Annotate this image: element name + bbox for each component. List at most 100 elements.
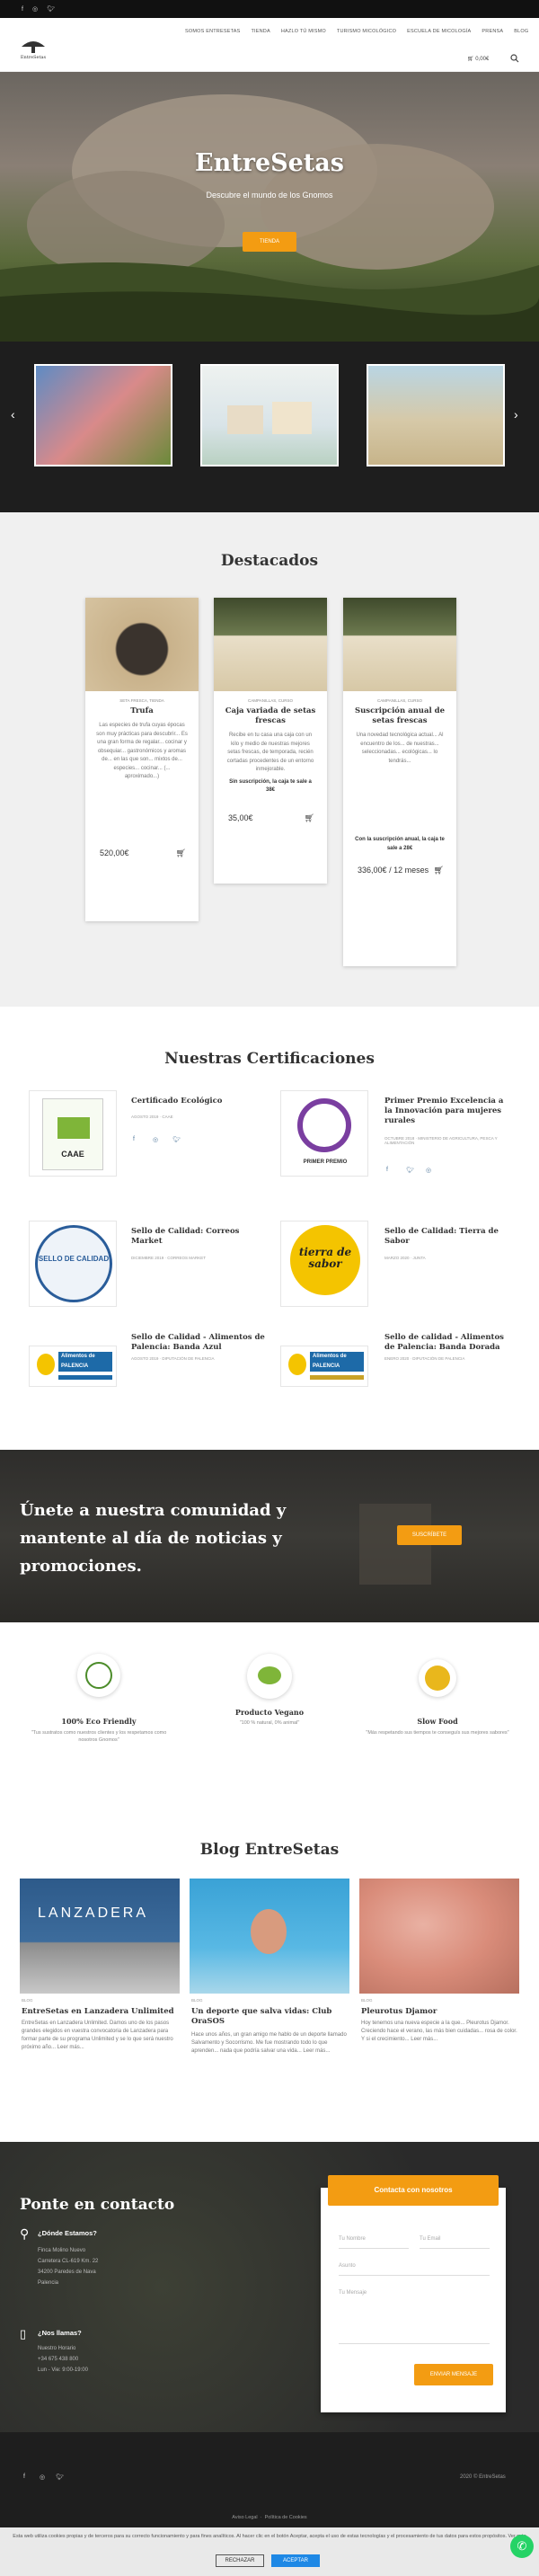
nav-turismo[interactable]: TURISMO MICOLÓGICO xyxy=(337,29,396,34)
cookie-text: Esta web utiliza cookies propias y de te… xyxy=(13,2534,526,2539)
product-note: Sin suscripción, la caja te sale a 38€ xyxy=(229,778,312,794)
nav-prensa[interactable]: PRENSA xyxy=(482,29,503,34)
hero-subtitle: Descubre el mundo de los Gnomos xyxy=(206,191,333,200)
newsletter-band: Únete a nuestra comunidad y mantente al … xyxy=(0,1450,539,1622)
add-to-cart-icon[interactable]: 🛒︎ xyxy=(176,848,186,858)
address-block: Finca Molino Nuevo Carretera CL-619 Km. … xyxy=(38,2248,99,2286)
blog-post-title[interactable]: EntreSetas en Lanzadera Unlimited xyxy=(22,2007,180,2017)
blog-heading: Blog EntreSetas xyxy=(199,1841,340,1859)
product-card[interactable]: CAMPANILLAS, CURSO Suscripción anual de … xyxy=(343,598,456,966)
product-price: 336,00€ xyxy=(358,866,387,875)
product-image[interactable] xyxy=(343,598,456,691)
instagram-icon[interactable]: ◎ xyxy=(153,1136,158,1143)
product-price: 520,00€ xyxy=(100,848,129,857)
name-input[interactable]: Tu Nombre xyxy=(339,2236,409,2249)
phone-icon: ▯ xyxy=(20,2327,27,2341)
blog-post-image[interactable]: LANZADERA xyxy=(20,1879,180,1994)
product-card[interactable]: SETA FRESCA, TIENDA Trufa Las especies d… xyxy=(85,598,199,921)
product-title[interactable]: Caja variada de setas frescas xyxy=(214,706,327,726)
nav-hazlo[interactable]: HAZLO TÚ MISMO xyxy=(281,29,326,34)
slider-next-arrow[interactable]: › xyxy=(514,407,518,422)
subscribe-button[interactable]: SUSCRÍBETE xyxy=(397,1525,462,1545)
entresetas-logo[interactable]: EntreSetas xyxy=(18,34,49,59)
main-nav: SOMOS ENTRESETAS TIENDA HAZLO TÚ MISMO T… xyxy=(185,29,528,34)
cert-title[interactable]: Certificado Ecológico xyxy=(131,1097,266,1106)
phone-number[interactable]: +34 675 438 800 xyxy=(38,2354,88,2365)
twitter-icon[interactable]: 🐦︎ xyxy=(56,2474,64,2481)
svg-text:EntreSetas: EntreSetas xyxy=(21,55,47,59)
blog-post-image[interactable] xyxy=(359,1879,519,1994)
search-icon[interactable] xyxy=(510,54,519,63)
product-period: / 12 meses xyxy=(389,866,429,875)
blog-post-excerpt: Hoy tenemos una nueva especie a la que..… xyxy=(361,2021,517,2042)
swimmer-shape xyxy=(251,1909,287,1954)
cert-meta: AGOSTO 2019 · DIPUTACIÓN DE PALENCIA xyxy=(131,1356,215,1361)
twitter-icon[interactable]: 🐦︎ xyxy=(406,1167,414,1174)
cert-title[interactable]: Primer Premio Excelencia a la Innovación… xyxy=(384,1097,510,1126)
cert-logo-palencia-dorada: Alimentos de PALENCIA xyxy=(280,1346,368,1387)
product-title[interactable]: Trufa xyxy=(85,706,199,716)
cookie-accept-button[interactable]: ACEPTAR xyxy=(271,2554,320,2567)
add-to-cart-icon[interactable]: 🛒︎ xyxy=(305,813,314,823)
product-description: Recibe en tu casa una caja con un kilo y… xyxy=(226,733,314,772)
legal-link[interactable]: Aviso Legal xyxy=(232,2515,257,2520)
product-description: Una novedad tecnológica actual... Al enc… xyxy=(356,733,444,764)
tierra-sabor-badge: tierra de sabor xyxy=(290,1225,360,1295)
nav-tienda[interactable]: TIENDA xyxy=(251,29,270,34)
cert-title[interactable]: Sello de Calidad - Alimentos de Palencia… xyxy=(131,1333,266,1353)
email-input[interactable]: Tu Email xyxy=(420,2236,490,2249)
eco-friendly-badge-icon xyxy=(77,1654,120,1697)
copyright: 2020 © EntreSetas xyxy=(460,2474,506,2480)
slide-boxes-beach[interactable] xyxy=(367,364,505,466)
slide-mushrooms[interactable] xyxy=(34,364,172,466)
hero-shop-button[interactable]: TIENDA xyxy=(243,232,296,252)
instagram-icon[interactable]: ◎ xyxy=(40,2474,45,2481)
gold-band xyxy=(310,1375,364,1380)
hero-banner: EntreSetas Descubre el mundo de los Gnom… xyxy=(0,72,539,342)
product-category: CAMPANILLAS, CURSO xyxy=(248,698,293,703)
vegan-badge-icon xyxy=(247,1654,292,1699)
blog-post-title[interactable]: Pleurotus Djamor xyxy=(361,2007,519,2017)
cert-title[interactable]: Sello de calidad - Alimentos de Palencia… xyxy=(384,1333,510,1353)
instagram-icon[interactable]: ◎ xyxy=(32,5,38,13)
cookie-banner: Esta web utiliza cookies propias y de te… xyxy=(0,2527,539,2576)
palencia-logo-icon xyxy=(288,1354,306,1375)
badge-description: "100 % natural, 0% animal" xyxy=(239,1720,300,1726)
hero-title: EntreSetas xyxy=(195,149,344,177)
product-card[interactable]: CAMPANILLAS, CURSO Caja variada de setas… xyxy=(214,598,327,884)
facebook-icon[interactable]: f xyxy=(23,2474,25,2480)
slider-prev-arrow[interactable]: ‹ xyxy=(11,407,15,422)
twitter-icon[interactable]: 🐦︎ xyxy=(172,1136,181,1143)
subject-input[interactable]: Asunto xyxy=(339,2263,490,2276)
facebook-icon[interactable]: f xyxy=(22,6,23,13)
product-image[interactable] xyxy=(214,598,327,691)
nav-somos[interactable]: SOMOS ENTRESETAS xyxy=(185,29,240,34)
add-to-cart-icon[interactable]: 🛒︎ xyxy=(434,866,444,875)
cert-title[interactable]: Sello de Calidad: Correos Market xyxy=(131,1227,266,1247)
site-header: EntreSetas SOMOS ENTRESETAS TIENDA HAZLO… xyxy=(0,18,539,72)
cookie-reject-button[interactable]: RECHAZAR xyxy=(216,2554,264,2567)
instagram-icon[interactable]: ◎ xyxy=(426,1167,431,1174)
facebook-icon[interactable]: f xyxy=(133,1136,135,1142)
cert-title[interactable]: Sello de Calidad: Tierra de Sabor xyxy=(384,1227,510,1247)
cookies-link[interactable]: Política de Cookies xyxy=(265,2515,307,2520)
product-title[interactable]: Suscripción anual de setas frescas xyxy=(343,706,456,726)
blog-post-title[interactable]: Un deporte que salva vidas: Club OraSOS xyxy=(191,2007,349,2027)
facebook-icon[interactable]: f xyxy=(386,1167,388,1173)
message-textarea[interactable]: Tu Mensaje xyxy=(339,2290,490,2344)
correos-seal-icon: SELLO DE CALIDAD xyxy=(35,1225,112,1302)
badge-description: "Más respetando sus tiempos te conseguís… xyxy=(366,1730,509,1736)
product-image[interactable] xyxy=(85,598,199,691)
nav-escuela[interactable]: ESCUELA DE MICOLOGÍA xyxy=(407,29,471,34)
send-message-button[interactable]: ENVIAR MENSAJE xyxy=(414,2364,493,2385)
twitter-icon[interactable]: 🐦︎ xyxy=(47,5,55,13)
slide-boxes-grass[interactable] xyxy=(200,364,339,466)
top-bar: f ◎ 🐦︎ xyxy=(0,0,539,18)
cart-link[interactable]: 🛒︎ 0,00€ xyxy=(467,56,489,62)
blue-band xyxy=(58,1375,112,1380)
blog-post-image[interactable] xyxy=(190,1879,349,1994)
whatsapp-icon[interactable]: ✆ xyxy=(510,2535,534,2558)
certifications-heading: Nuestras Certificaciones xyxy=(164,1050,375,1068)
nav-blog[interactable]: BLOG xyxy=(514,29,528,34)
hero-mushroom-image xyxy=(0,94,539,342)
